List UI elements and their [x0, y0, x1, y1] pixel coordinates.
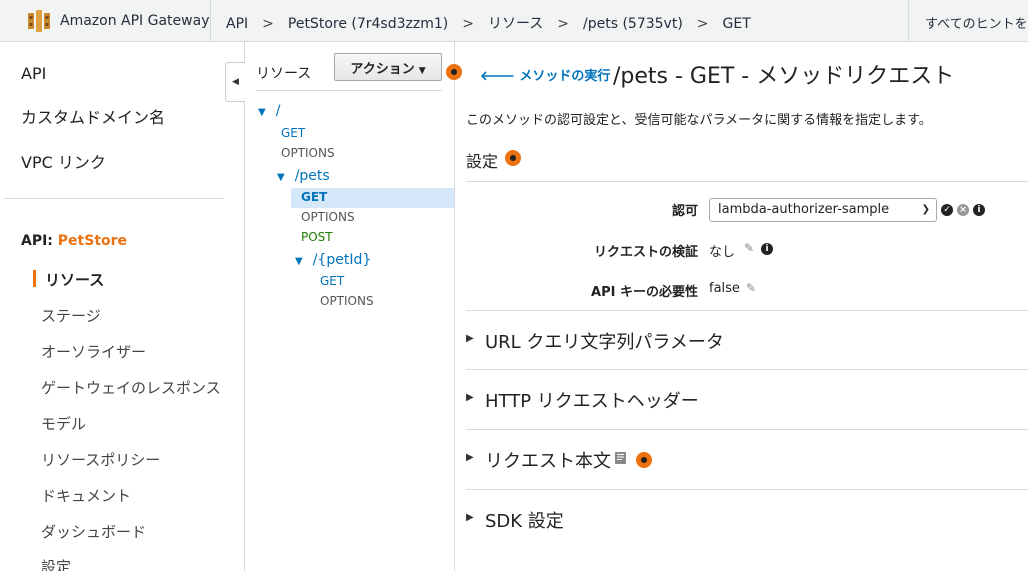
settings-help-icon[interactable]: [505, 150, 521, 166]
left-navigation: API カスタムドメイン名 VPC リンク API: PetStore リソース…: [0, 42, 245, 571]
api-gateway-logo-icon: [28, 10, 50, 32]
nav-item-settings[interactable]: 設定: [41, 556, 71, 571]
back-to-method-execution-link[interactable]: 🡐 メソッドの実行: [480, 65, 610, 84]
tree-method-pets-options[interactable]: OPTIONS: [301, 210, 355, 224]
tree-divider: [256, 90, 442, 91]
tree-method-petid-options[interactable]: OPTIONS: [320, 294, 374, 308]
breadcrumb: API > PetStore (7r4sd3zzm1) > リソース > /pets (57…: [226, 13, 751, 33]
authorization-label: 認可: [671, 204, 698, 219]
tree-resource-label: /pets: [294, 168, 330, 184]
nav-item-resource-policy[interactable]: リソースポリシー: [41, 449, 160, 470]
hints-toggle-label: すべてのヒントを: [925, 17, 1028, 32]
page-title: /pets - GET - メソッドリクエスト: [613, 64, 955, 89]
authorization-selected-value: lambda-authorizer-sample: [718, 202, 890, 217]
active-item-indicator: [33, 270, 36, 287]
resource-tree-title: リソース: [256, 66, 312, 82]
tree-resource-label: /: [275, 103, 281, 119]
hints-toggle[interactable]: すべてのヒントを: [908, 0, 1028, 42]
method-request-panel: 🡐 メソッドの実行 /pets - GET - メソッドリクエスト このメソッド…: [456, 42, 1028, 571]
cancel-x-icon[interactable]: ×: [957, 204, 969, 216]
expand-triangle-icon: ▶: [466, 512, 474, 523]
actions-button-label: アクション: [350, 61, 415, 77]
tree-method-root-options[interactable]: OPTIONS: [281, 146, 335, 160]
breadcrumb-separator: >: [696, 16, 709, 32]
nav-item-resources[interactable]: リソース: [45, 269, 104, 290]
section-url-query-params[interactable]: ▶ URL クエリ文字列パラメータ: [466, 310, 1028, 370]
settings-heading-label: 設定: [466, 152, 499, 171]
collapse-nav-button[interactable]: ◀: [225, 62, 245, 102]
tree-resource-petid[interactable]: ▼ /{petId}: [295, 252, 371, 268]
nav-item-authorizers[interactable]: オーソライザー: [41, 341, 146, 362]
tree-resource-pets[interactable]: ▼ /pets: [277, 168, 330, 184]
service-logo-area[interactable]: Amazon API Gateway: [0, 0, 211, 42]
nav-item-models[interactable]: モデル: [41, 413, 86, 434]
tree-resource-root[interactable]: ▼ /: [258, 103, 280, 119]
breadcrumb-item-petstore[interactable]: PetStore (7r4sd3zzm1): [288, 16, 448, 32]
top-bar: Amazon API Gateway API > PetStore (7r4sd3z…: [0, 0, 1028, 42]
breadcrumb-separator: >: [557, 16, 569, 32]
expand-triangle-icon: ▼: [295, 256, 303, 267]
section-label: SDK 設定: [485, 511, 564, 532]
api-key-required-value: false: [709, 281, 740, 296]
current-api-name[interactable]: PetStore: [58, 233, 127, 249]
section-request-body[interactable]: ▶ リクエスト本文: [466, 429, 1028, 489]
chevron-down-icon: ❯: [921, 204, 930, 215]
nav-item-apis[interactable]: API: [21, 64, 46, 83]
section-label: URL クエリ文字列パラメータ: [485, 332, 724, 353]
tree-method-root-get[interactable]: GET: [281, 126, 305, 140]
nav-item-vpc-links[interactable]: VPC リンク: [21, 149, 106, 173]
section-sdk-settings[interactable]: ▶ SDK 設定: [466, 489, 1028, 549]
tree-method-petid-get[interactable]: GET: [320, 274, 344, 288]
current-api-label: API: PetStore: [21, 233, 127, 249]
current-api-prefix: API:: [21, 233, 58, 249]
breadcrumb-item-pets[interactable]: /pets (5735vt): [583, 16, 683, 32]
request-body-help-icon[interactable]: [636, 452, 652, 468]
chevron-left-icon: ◀: [232, 77, 239, 87]
nav-item-custom-domains[interactable]: カスタムドメイン名: [21, 104, 165, 128]
tree-resource-label: /{petId}: [312, 252, 372, 268]
arrow-left-icon: 🡐: [480, 69, 520, 84]
edit-pencil-icon[interactable]: ✎: [746, 281, 756, 295]
breadcrumb-item-api[interactable]: API: [226, 16, 248, 32]
info-icon[interactable]: i: [761, 243, 773, 255]
settings-heading: 設定: [466, 148, 498, 172]
expand-triangle-icon: ▼: [258, 107, 266, 118]
request-validator-value: なし: [709, 245, 736, 260]
expand-triangle-icon: ▶: [466, 333, 474, 344]
authorization-select[interactable]: lambda-authorizer-sample ❯: [709, 198, 937, 222]
section-http-request-headers[interactable]: ▶ HTTP リクエストヘッダー: [466, 369, 1028, 429]
app-title[interactable]: Amazon API Gateway: [60, 13, 209, 29]
resource-tree-panel: リソース アクション ▼ ▼ / GET OPTIONS ▼/pets GET OP…: [245, 42, 462, 571]
request-validator-label: リクエストの検証: [593, 245, 698, 260]
breadcrumb-item-get: GET: [722, 16, 751, 32]
actions-button[interactable]: アクション ▼: [334, 53, 442, 81]
expand-triangle-icon: ▼: [277, 172, 285, 183]
settings-divider: [466, 181, 1028, 182]
nav-divider: [4, 198, 224, 199]
breadcrumb-separator: >: [262, 16, 274, 32]
expand-triangle-icon: ▶: [466, 392, 474, 403]
caret-down-icon: ▼: [418, 65, 426, 76]
info-icon[interactable]: i: [973, 204, 985, 216]
api-key-required-label: API キーの必要性: [591, 285, 698, 300]
section-label: リクエスト本文: [485, 451, 611, 472]
breadcrumb-separator: >: [462, 16, 474, 32]
tree-method-pets-get[interactable]: GET: [301, 190, 327, 204]
nav-item-stages[interactable]: ステージ: [41, 305, 101, 326]
page-description: このメソッドの認可設定と、受信可能なパラメータに関する情報を指定します。: [466, 113, 932, 128]
back-link-label: メソッドの実行: [519, 69, 611, 84]
expand-triangle-icon: ▶: [466, 452, 474, 463]
breadcrumb-item-resources[interactable]: リソース: [488, 13, 543, 33]
tree-method-pets-post[interactable]: POST: [301, 230, 333, 244]
documentation-book-icon[interactable]: [614, 451, 628, 465]
confirm-check-icon[interactable]: ✓: [941, 204, 953, 216]
section-label: HTTP リクエストヘッダー: [485, 391, 699, 412]
nav-item-dashboard[interactable]: ダッシュボード: [41, 521, 146, 542]
nav-item-documentation[interactable]: ドキュメント: [41, 485, 131, 506]
edit-pencil-icon[interactable]: ✎: [744, 241, 754, 255]
nav-item-gateway-responses[interactable]: ゲートウェイのレスポンス: [41, 377, 221, 398]
